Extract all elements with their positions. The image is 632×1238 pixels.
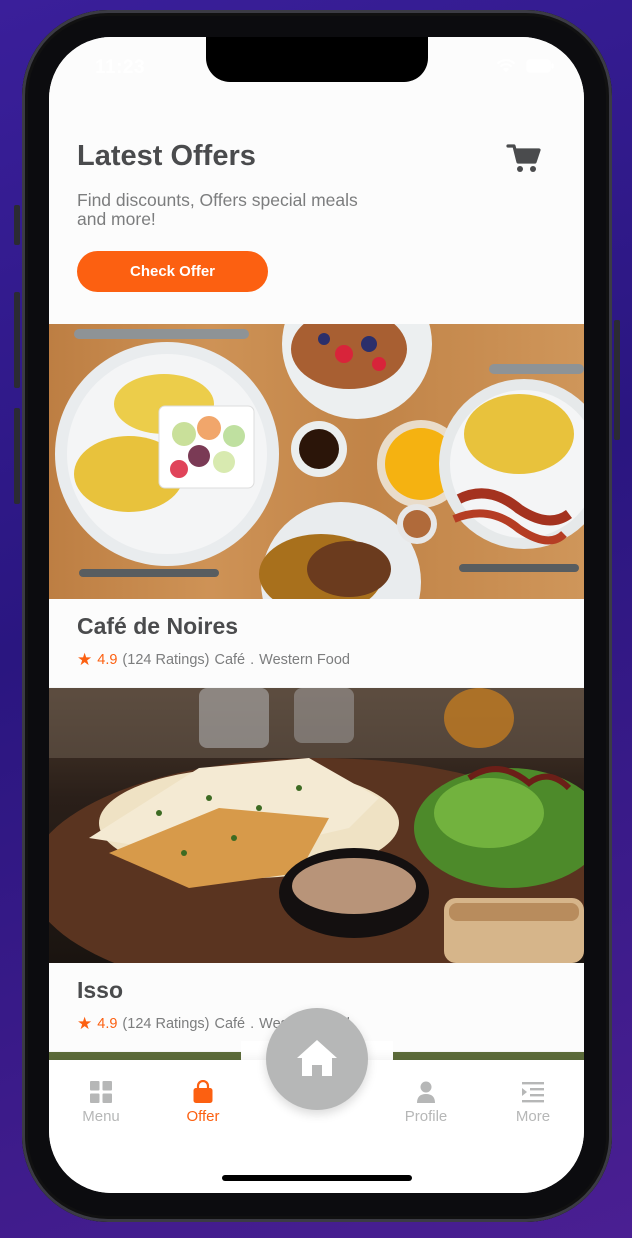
offer-image — [49, 688, 584, 963]
tab-profile[interactable]: Profile — [391, 1080, 461, 1125]
wifi-icon — [496, 59, 516, 72]
tab-more[interactable]: More — [498, 1080, 568, 1125]
separator: . — [250, 1016, 255, 1032]
cuisine: Western Food — [259, 652, 350, 668]
tab-offer[interactable]: Offer — [168, 1080, 238, 1125]
offer-card[interactable]: Café de Noires ★ 4.9 (124 Ratings) Café … — [49, 324, 584, 687]
category: Café — [214, 1016, 246, 1032]
tab-menu[interactable]: Menu — [66, 1080, 136, 1125]
volume-up-button — [14, 292, 20, 388]
restaurant-meta: ★ 4.9 (124 Ratings) Café . Western Food — [77, 650, 350, 670]
home-indicator — [222, 1175, 412, 1181]
cart-icon[interactable] — [506, 140, 542, 176]
more-icon — [522, 1082, 544, 1103]
home-icon — [297, 1040, 337, 1076]
mute-switch — [14, 205, 20, 245]
check-offer-button[interactable]: Check Offer — [77, 251, 268, 292]
separator: . — [250, 652, 255, 668]
star-icon: ★ — [77, 1014, 93, 1033]
profile-icon — [417, 1081, 435, 1103]
restaurant-name: Café de Noires — [77, 613, 239, 639]
volume-down-button — [14, 408, 20, 504]
tab-label: More — [515, 1108, 551, 1125]
rating-value: 4.9 — [97, 652, 118, 668]
restaurant-name: Isso — [77, 977, 124, 1003]
battery-icon — [526, 59, 554, 73]
notch — [206, 37, 428, 82]
ratings-count: (124 Ratings) — [122, 652, 210, 668]
power-button — [614, 320, 620, 440]
offer-image — [49, 324, 584, 599]
status-icons — [496, 59, 554, 73]
menu-grid-icon — [90, 1081, 112, 1103]
status-time: 11:23 — [95, 57, 146, 78]
rating-value: 4.9 — [97, 1016, 118, 1032]
tab-label: Menu — [82, 1108, 120, 1125]
ratings-count: (124 Ratings) — [122, 1016, 210, 1032]
offer-card[interactable]: Isso ★ 4.9 (124 Ratings) Café . Western … — [49, 688, 584, 1051]
app-screen: 11:23 Latest Offers Find discounts, Offe… — [49, 37, 584, 1193]
tab-label: Offer — [186, 1108, 220, 1125]
page-title: Latest Offers — [77, 140, 256, 172]
shopping-bag-icon — [193, 1080, 213, 1103]
star-icon: ★ — [77, 650, 93, 669]
category: Café — [214, 652, 246, 668]
home-button[interactable] — [266, 1008, 368, 1110]
tab-label: Profile — [404, 1108, 448, 1125]
page-subtitle: Find discounts, Offers special meals and… — [77, 190, 358, 229]
